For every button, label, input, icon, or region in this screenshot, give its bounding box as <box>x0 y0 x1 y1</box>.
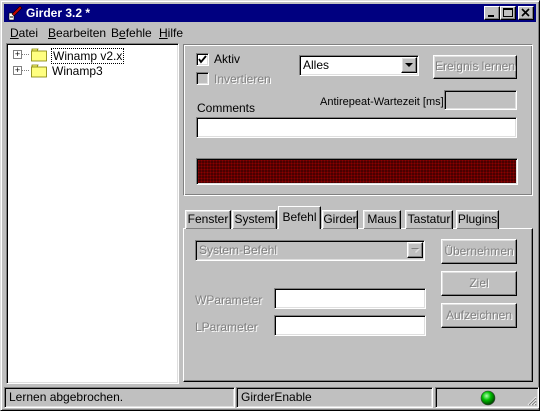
title-bar[interactable]: Girder 3.2 * <box>4 4 536 22</box>
close-icon <box>521 8 530 17</box>
wparameter-label: WParameter <box>195 293 263 307</box>
tab-tastatur[interactable]: Tastatur <box>405 210 453 229</box>
tab-plugins[interactable]: Plugins <box>456 210 499 229</box>
command-type-select[interactable]: System-Befehl <box>195 240 425 261</box>
comments-input[interactable] <box>196 117 517 138</box>
menu-hilfe[interactable]: Hilfe <box>159 26 183 40</box>
target-button[interactable]: Ziel <box>441 271 517 296</box>
menu-datei[interactable]: Datei <box>10 26 38 40</box>
status-message: Lernen abgebrochen. <box>4 387 235 408</box>
menu-befehle[interactable]: Befehle <box>111 26 152 40</box>
chevron-down-icon <box>405 63 413 67</box>
menu-hilfe-rest: ilfe <box>167 26 184 40</box>
girder-main-window: Girder 3.2 * Datei Bearbeiten Befehle Hi… <box>0 0 540 411</box>
menu-befehle-first: B <box>111 26 120 40</box>
invertieren-checkbox[interactable] <box>196 72 209 85</box>
resize-grip-icon[interactable] <box>525 394 537 406</box>
tab-girder[interactable]: Girder <box>322 210 358 229</box>
event-filter-value: Alles <box>303 58 330 72</box>
status-indicator-panel <box>435 387 539 408</box>
antirepeat-label: Antirepeat-Wartezeit [ms] <box>320 96 444 108</box>
learn-event-button[interactable]: Ereignis lernen <box>433 55 517 79</box>
aktiv-checkbox[interactable] <box>196 53 209 66</box>
minimize-icon <box>488 15 494 17</box>
tree-item[interactable]: + Winamp v2.x <box>10 47 180 64</box>
tree-item[interactable]: + Winamp3 <box>10 63 180 79</box>
aktiv-label[interactable]: Aktiv <box>214 52 240 66</box>
minimize-button[interactable] <box>484 6 500 20</box>
menu-hilfe-accel: H <box>159 26 168 40</box>
girder-app-icon <box>8 5 23 21</box>
tab-system[interactable]: System <box>232 210 277 229</box>
tab-befehl[interactable]: Befehl <box>278 206 321 229</box>
chevron-down-icon <box>411 248 420 253</box>
wparameter-input[interactable] <box>274 288 426 309</box>
dropdown-button[interactable] <box>407 242 423 258</box>
tree-connector <box>22 70 30 71</box>
menu-bearbeiten-rest: earbeiten <box>56 26 107 40</box>
record-button[interactable]: Aufzeichnen <box>441 303 517 328</box>
lparameter-input[interactable] <box>274 315 426 336</box>
status-command: GirderEnable <box>236 387 433 408</box>
menu-bearbeiten-accel: B <box>48 26 57 40</box>
status-led-icon <box>480 390 496 406</box>
close-button[interactable] <box>518 6 534 20</box>
comments-label: Comments <box>197 101 256 115</box>
apply-button[interactable]: Übernehmen <box>441 239 517 264</box>
menu-datei-accel: D <box>10 26 19 40</box>
tree-item-label: Winamp v2.x <box>51 48 125 64</box>
led-display <box>196 158 518 185</box>
invertieren-label[interactable]: Invertieren <box>214 72 271 86</box>
tree-item-label: Winamp3 <box>52 64 103 78</box>
tree-connector <box>22 54 30 55</box>
menu-bearbeiten[interactable]: Bearbeiten <box>48 26 106 40</box>
group-tree[interactable]: + Winamp v2.x + Winamp3 <box>6 43 179 384</box>
checkmark-icon <box>198 55 207 64</box>
expand-icon[interactable]: + <box>13 66 22 75</box>
menu-befehle-accel: e <box>119 26 126 40</box>
maximize-icon <box>503 8 513 17</box>
menu-befehle-rest: fehle <box>125 26 152 40</box>
tab-fenster[interactable]: Fenster <box>185 210 231 229</box>
menu-datei-rest: atei <box>18 26 39 40</box>
tab-maus[interactable]: Maus <box>363 210 401 229</box>
folder-icon <box>31 48 47 62</box>
lparameter-label: LParameter <box>195 320 258 334</box>
maximize-button[interactable] <box>500 6 516 20</box>
menu-bar: Datei Bearbeiten Befehle Hilfe <box>4 23 536 42</box>
event-filter-select[interactable]: Alles <box>299 55 419 76</box>
expand-icon[interactable]: + <box>13 50 22 59</box>
antirepeat-input[interactable] <box>444 90 517 110</box>
folder-icon <box>31 64 47 78</box>
dropdown-button[interactable] <box>401 57 417 73</box>
window-title: Girder 3.2 * <box>26 6 91 20</box>
command-type-value: System-Befehl <box>199 243 278 257</box>
